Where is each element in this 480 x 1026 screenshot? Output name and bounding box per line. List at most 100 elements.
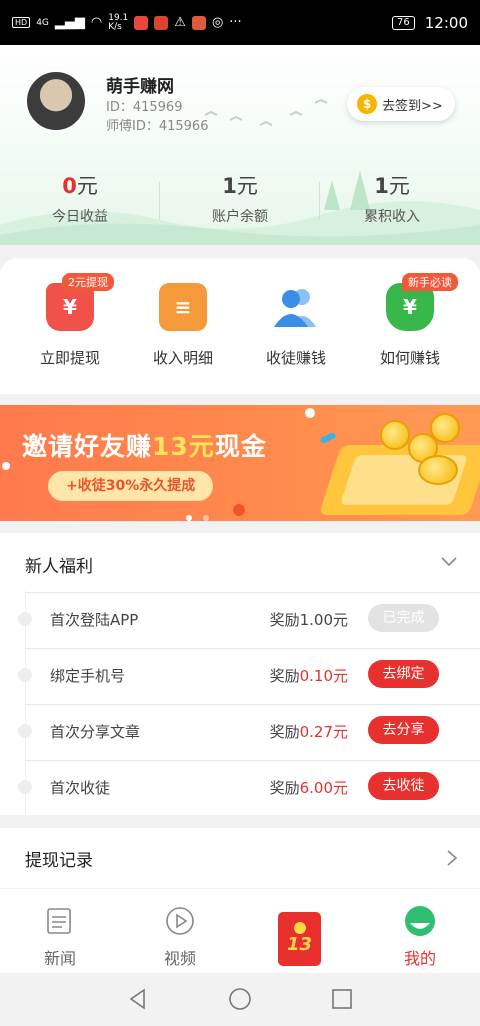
avatar[interactable] xyxy=(25,70,87,132)
timeline-dot xyxy=(18,724,32,738)
reward-prefix: 奖励 xyxy=(269,779,300,797)
shortcut-income-detail[interactable]: ≡ 收入明细 xyxy=(123,283,243,368)
task-reward: 奖励6.00元 xyxy=(270,777,348,798)
timeline-dot xyxy=(18,780,32,794)
new-user-benefits: 新人福利 首次登陆APP 奖励1.00元 已完成 绑定手机号 奖励0.10元 去… xyxy=(0,533,480,815)
red-packet-icon xyxy=(293,922,306,934)
red-packet-button[interactable]: 13 xyxy=(278,912,321,966)
user-name: 萌手赚网 xyxy=(106,77,174,97)
carousel-indicator xyxy=(203,515,209,521)
chevron-down-icon[interactable] xyxy=(440,553,458,571)
divider xyxy=(25,648,480,649)
reward-prefix: 奖励 xyxy=(269,611,300,629)
shortcut-recruit[interactable]: 收徒赚钱 xyxy=(236,283,356,368)
recents-icon[interactable] xyxy=(330,987,354,1011)
network-speed: 19.1 K/s xyxy=(108,12,129,32)
banner-title-post: 现金 xyxy=(214,432,267,461)
profile-face-icon xyxy=(405,906,435,936)
task-reward: 奖励0.10元 xyxy=(270,665,348,686)
stat-unit: 元 xyxy=(388,174,410,198)
signal-icon: ▂▄▆ xyxy=(54,15,85,30)
shortcut-label: 收入明细 xyxy=(152,349,213,367)
shortcut-withdraw[interactable]: ¥ 2元提现 立即提现 xyxy=(10,273,130,368)
stat-value: 0 xyxy=(62,174,77,198)
nav-news[interactable]: 新闻 xyxy=(20,905,100,969)
wifi-icon: ◠ xyxy=(90,15,103,30)
gold-coin-icon xyxy=(380,420,410,450)
withdraw-records-row[interactable]: 提现记录 xyxy=(0,828,480,888)
bind-phone-button[interactable]: 去绑定 xyxy=(368,660,439,688)
shortcut-grid: ¥ 2元提现 立即提现 ≡ 收入明细 收徒赚钱 ¥ 新手必读 如何赚钱 xyxy=(0,258,480,394)
back-icon[interactable] xyxy=(126,987,150,1011)
stat-label: 今日收益 xyxy=(52,209,108,225)
records-title: 提现记录 xyxy=(25,851,93,871)
carousel-indicator-active xyxy=(186,515,192,521)
chevron-right-icon xyxy=(447,850,458,866)
coin-icon: $ xyxy=(357,94,377,114)
hd-indicator: HD xyxy=(12,17,31,28)
app-notification-icon xyxy=(134,15,149,30)
decor-dot xyxy=(233,504,245,516)
nav-video[interactable]: 视频 xyxy=(140,905,220,969)
shortcut-tag: 新手必读 xyxy=(402,273,458,291)
shortcut-how-to-earn[interactable]: ¥ 新手必读 如何赚钱 xyxy=(350,273,470,368)
newspaper-icon xyxy=(47,908,71,934)
home-icon[interactable] xyxy=(228,987,252,1011)
warning-icon: ⚠ xyxy=(174,15,186,30)
stat-unit: 元 xyxy=(76,174,98,198)
stat-label: 账户余额 xyxy=(212,209,268,225)
stat-account-balance[interactable]: 1元 账户余额 xyxy=(160,170,320,226)
recruit-icon xyxy=(272,283,320,331)
reward-amount: 6.00元 xyxy=(299,779,348,797)
task-name: 首次分享文章 xyxy=(50,723,141,741)
divider xyxy=(25,760,480,761)
nav-label: 视频 xyxy=(163,949,196,968)
nav-label: 我的 xyxy=(403,949,436,968)
birds-decoration xyxy=(204,98,328,126)
app-notification-icon xyxy=(154,15,169,30)
checkin-button[interactable]: $ 去签到>> xyxy=(347,87,455,121)
reward-prefix: 奖励 xyxy=(269,723,300,741)
share-article-button[interactable]: 去分享 xyxy=(368,716,439,744)
divider xyxy=(25,592,480,593)
status-bar: HD 4G ▂▄▆ ◠ 19.1 K/s ⚠ ◎ ··· 76 12:00 xyxy=(0,0,480,45)
clock: 12:00 xyxy=(424,13,468,32)
stat-total-income[interactable]: 1元 累积收入 xyxy=(312,170,472,226)
user-id: ID：415969 xyxy=(106,100,183,115)
shortcut-label: 立即提现 xyxy=(39,349,100,367)
gold-coin-icon xyxy=(430,413,460,443)
shortcut-label: 如何赚钱 xyxy=(379,349,440,367)
master-id: 师傅ID：415966 xyxy=(106,119,209,134)
battery-indicator: 76 xyxy=(392,15,415,30)
banner-title: 邀请好友赚13元现金 xyxy=(22,427,267,463)
task-name: 首次收徒 xyxy=(50,779,111,797)
income-detail-icon: ≡ xyxy=(159,283,207,331)
banner-title-pre: 邀请好友赚 xyxy=(22,432,153,461)
nav-mine[interactable]: 我的 xyxy=(380,905,460,969)
wechat-icon: ◎ xyxy=(211,15,224,30)
checkin-label: 去签到>> xyxy=(382,98,443,114)
stat-today-earnings[interactable]: 0元 今日收益 xyxy=(0,170,160,226)
task-row: 首次分享文章 奖励0.27元 去分享 xyxy=(0,704,480,760)
banner-title-highlight: 13元 xyxy=(152,432,215,461)
invite-banner[interactable]: 邀请好友赚13元现金 +收徒30%永久提成 xyxy=(0,405,480,521)
shortcut-tag: 2元提现 xyxy=(62,273,114,291)
decor-dash xyxy=(319,431,337,445)
task-reward: 奖励1.00元 xyxy=(270,609,348,630)
task-name: 首次登陆APP xyxy=(50,611,139,629)
task-done-button: 已完成 xyxy=(368,604,439,632)
shortcut-label: 收徒赚钱 xyxy=(265,349,326,367)
more-notifications-icon: ··· xyxy=(229,15,242,30)
task-row: 首次收徒 奖励6.00元 去收徒 xyxy=(0,760,480,816)
stat-unit: 元 xyxy=(236,174,258,198)
gold-coin-icon xyxy=(418,455,458,485)
red-packet-count: 13 xyxy=(286,934,313,955)
stat-value: 1 xyxy=(374,174,389,198)
timeline-dot xyxy=(18,668,32,682)
profile-header: 萌手赚网 ID：415969 师傅ID：415966 $ 去签到>> 0元 今日… xyxy=(0,45,480,245)
divider xyxy=(25,704,480,705)
recruit-apprentice-button[interactable]: 去收徒 xyxy=(368,772,439,800)
bottom-nav: 新闻 视频 13 我的 xyxy=(0,888,480,973)
task-name: 绑定手机号 xyxy=(50,667,126,685)
task-reward: 奖励0.27元 xyxy=(270,721,348,742)
